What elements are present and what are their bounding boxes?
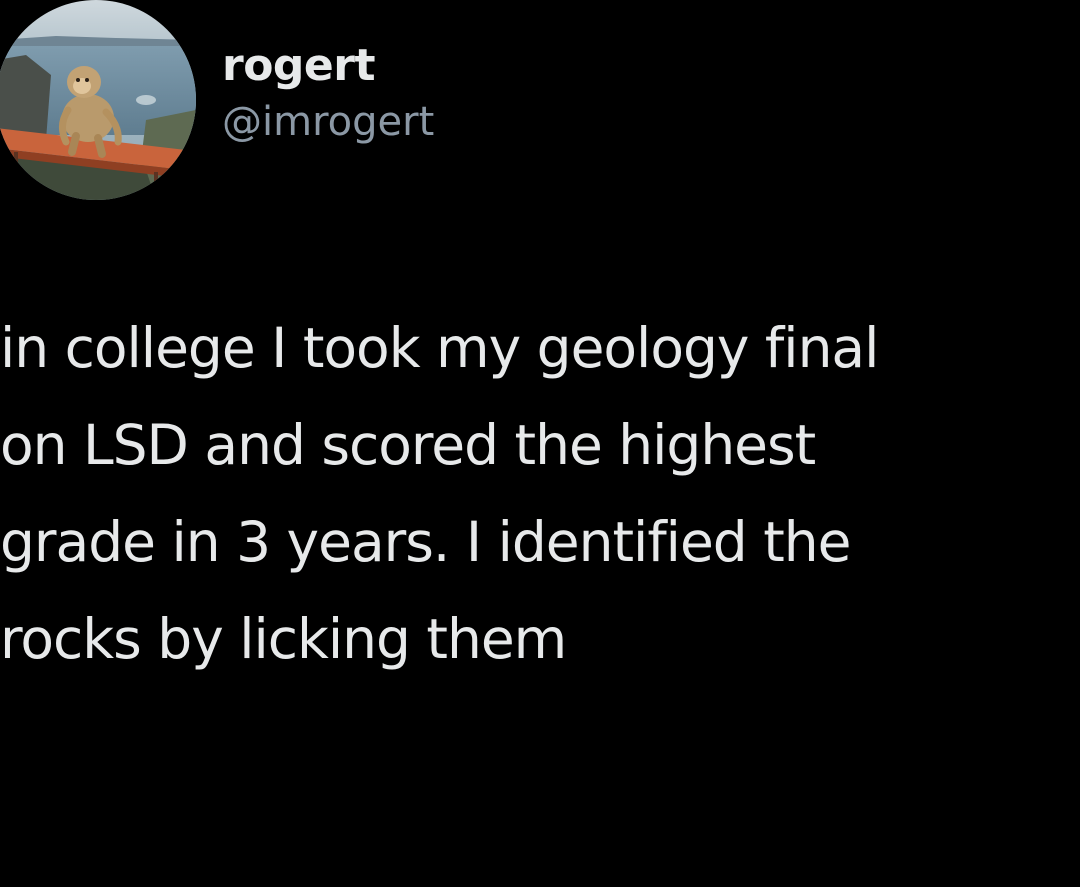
author-names: rogert @imrogert <box>222 36 434 150</box>
avatar-image <box>0 0 196 200</box>
tweet-text-line: in college I took my geology final <box>0 316 879 380</box>
tweet: rogert @imrogert in college I took my ge… <box>0 0 1080 887</box>
author-handle[interactable]: @imrogert <box>222 94 434 150</box>
tweet-text-line: on LSD and scored the highest <box>0 413 816 477</box>
tweet-text-line: rocks by licking them <box>0 607 567 671</box>
author-display-name[interactable]: rogert <box>222 36 434 96</box>
avatar[interactable] <box>0 0 196 200</box>
tweet-text-line: grade in 3 years. I identified the <box>0 510 851 574</box>
tweet-text: in college I took my geology final on LS… <box>0 300 1080 688</box>
tweet-author-header: rogert @imrogert <box>0 0 1080 210</box>
